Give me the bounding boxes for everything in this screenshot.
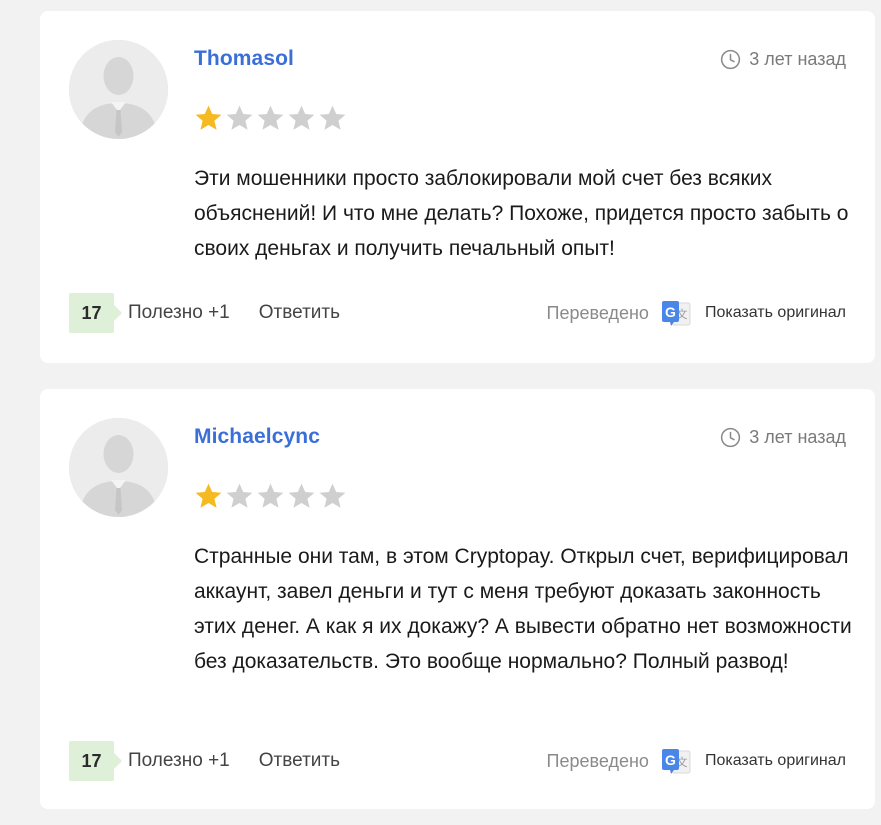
review-footer: 17 Полезно +1 Ответить Переведено 文 G По… [69, 741, 846, 781]
votes-group: 17 Полезно +1 Ответить [69, 293, 340, 333]
reply-button[interactable]: Ответить [259, 750, 340, 772]
votes-group: 17 Полезно +1 Ответить [69, 741, 340, 781]
avatar[interactable] [69, 418, 168, 517]
star-empty-icon [257, 105, 284, 130]
review-footer: 17 Полезно +1 Ответить Переведено 文 G По… [69, 293, 846, 333]
review-author[interactable]: Thomasol [194, 47, 294, 71]
review-date: 3 лет назад [720, 49, 846, 70]
useful-button[interactable]: Полезно +1 [128, 750, 230, 772]
review-card: Thomasol 3 лет назад Эти мошенники прост… [40, 11, 875, 363]
star-empty-icon [288, 483, 315, 508]
useful-button[interactable]: Полезно +1 [128, 302, 230, 324]
translated-label: Переведено [546, 302, 649, 323]
star-filled-icon [195, 483, 222, 508]
review-date-text: 3 лет назад [749, 49, 846, 69]
google-translate-icon: 文 G [661, 301, 691, 326]
review-author[interactable]: Michaelcync [194, 425, 320, 449]
review-text: Эти мошенники просто заблокировали мой с… [194, 167, 849, 260]
star-rating [194, 104, 347, 132]
svg-text:G: G [665, 752, 676, 768]
reviews-list: Thomasol 3 лет назад Эти мошенники прост… [0, 0, 881, 825]
star-filled-icon [195, 105, 222, 130]
translation-info: Переведено 文 G Показать оригинал [547, 293, 846, 333]
clock-icon [721, 49, 741, 70]
star-empty-icon [319, 483, 346, 508]
review-date: 3 лет назад [720, 427, 846, 448]
star-empty-icon [288, 105, 315, 130]
user-silhouette-icon [69, 418, 168, 517]
clock-icon [721, 427, 741, 448]
avatar[interactable] [69, 40, 168, 139]
google-translate-icon: 文 G [661, 749, 691, 774]
show-original-link[interactable]: Показать оригинал [705, 752, 846, 770]
translated-label: Переведено [546, 750, 649, 771]
review-card: Michaelcync 3 лет назад Странные они там… [40, 389, 875, 809]
show-original-link[interactable]: Показать оригинал [705, 304, 846, 322]
vote-count-badge: 17 [69, 741, 122, 781]
star-empty-icon [226, 105, 253, 130]
star-empty-icon [319, 105, 346, 130]
star-rating [194, 482, 347, 510]
svg-text:G: G [665, 304, 676, 320]
review-text: Странные они там, в этом Cryptopay. Откр… [194, 545, 852, 673]
star-empty-icon [257, 483, 284, 508]
user-silhouette-icon [69, 40, 168, 139]
vote-count-badge: 17 [69, 293, 122, 333]
star-empty-icon [226, 483, 253, 508]
translation-info: Переведено 文 G Показать оригинал [547, 741, 846, 781]
reply-button[interactable]: Ответить [259, 302, 340, 324]
review-date-text: 3 лет назад [749, 427, 846, 447]
